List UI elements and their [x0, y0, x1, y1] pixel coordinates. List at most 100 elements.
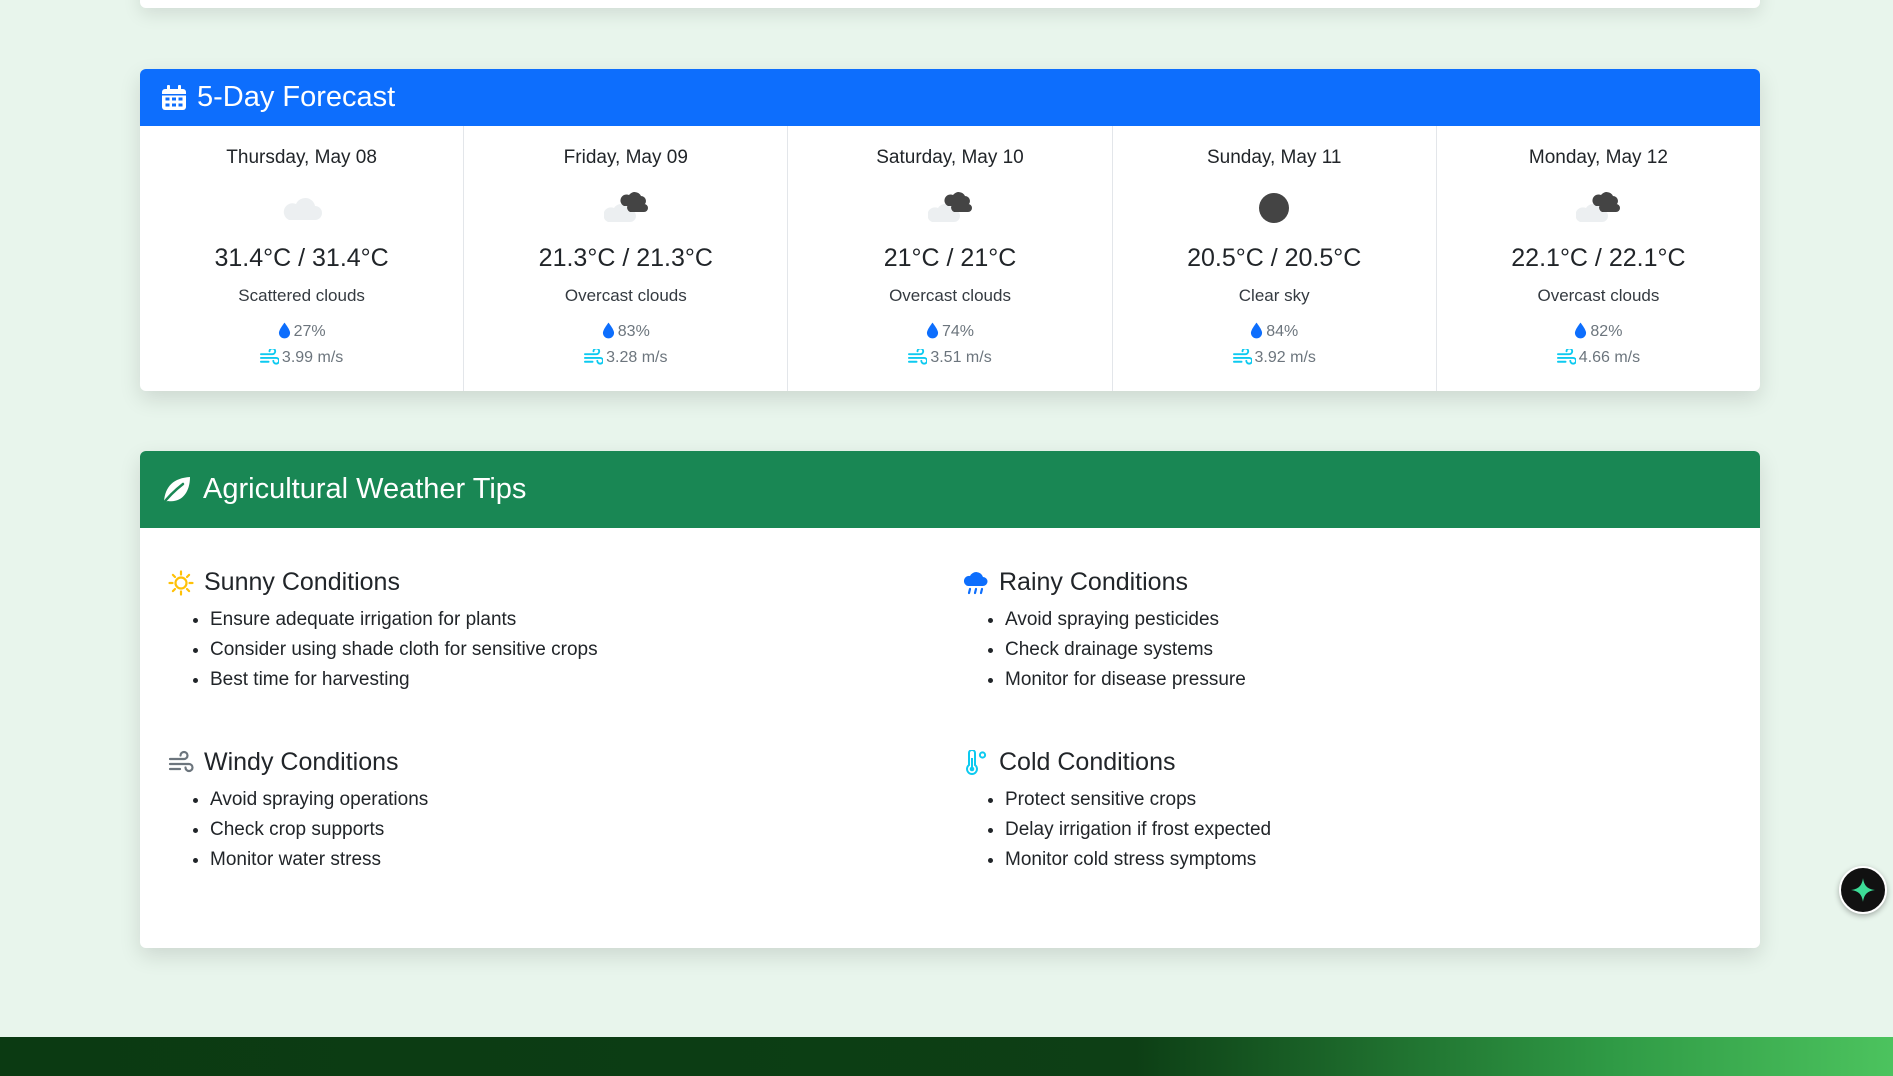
forecast-days: Thursday, May 08 31.4°C / 31.4°C Scatter…: [140, 126, 1760, 391]
day-date: Thursday, May 08: [226, 147, 377, 168]
day-date: Monday, May 12: [1528, 147, 1668, 168]
droplet-icon: [1250, 321, 1263, 344]
tip-title: Sunny Conditions: [168, 568, 868, 597]
forecast-day: Friday, May 09 21.3°C / 21.3°C Overcast …: [464, 126, 789, 391]
day-date: Saturday, May 10: [876, 147, 1024, 168]
list-item: Ensure adequate irrigation for plants: [210, 605, 868, 635]
tips-card: Agricultural Weather Tips Sunny Conditio…: [140, 451, 1760, 948]
overcast-clouds-icon: [1575, 190, 1621, 226]
tip-title-text: Sunny Conditions: [204, 568, 400, 596]
day-temperature: 20.5°C / 20.5°C: [1187, 244, 1362, 272]
list-item: Protect sensitive crops: [1005, 785, 1663, 815]
wind-icon: [1556, 347, 1577, 370]
list-item: Consider using shade cloth for sensitive…: [210, 635, 868, 665]
day-wind: 3.99 m/s: [140, 347, 463, 370]
day-humidity: 84%: [1113, 321, 1436, 344]
day-wind: 3.92 m/s: [1113, 347, 1436, 370]
forecast-day: Monday, May 12 22.1°C / 22.1°C Overcast …: [1437, 126, 1760, 391]
list-item: Delay irrigation if frost expected: [1005, 815, 1663, 845]
day-temperature: 21°C / 21°C: [883, 244, 1017, 272]
day-wind: 3.51 m/s: [788, 347, 1111, 370]
clear-sky-icon: [1252, 190, 1296, 226]
wind-value: 3.51 m/s: [930, 349, 992, 366]
humidity-value: 82%: [1590, 323, 1623, 340]
cloud-rain-icon: [963, 570, 989, 596]
humidity-value: 74%: [941, 323, 975, 340]
leaf-icon: [159, 473, 193, 507]
tip-title-text: Windy Conditions: [204, 748, 399, 776]
day-date: Friday, May 09: [563, 147, 688, 168]
humidity-value: 84%: [1266, 323, 1299, 340]
day-description: Overcast clouds: [889, 286, 1011, 305]
tips-header: Agricultural Weather Tips: [140, 451, 1760, 528]
calendar-icon: [159, 83, 189, 113]
list-item: Monitor for disease pressure: [1005, 665, 1663, 695]
forecast-card: 5-Day Forecast Thursday, May 08 31.4°C /…: [140, 69, 1760, 391]
wind-icon: [584, 347, 605, 370]
overcast-clouds-icon: [603, 190, 648, 226]
tip-list: Avoid spraying operations Check crop sup…: [168, 785, 868, 875]
day-wind: 3.28 m/s: [464, 347, 787, 370]
previous-card-edge: [140, 0, 1760, 8]
forecast-header: 5-Day Forecast: [140, 69, 1760, 126]
list-item: Best time for harvesting: [210, 665, 868, 695]
humidity-value: 83%: [617, 323, 650, 340]
day-date: Sunday, May 11: [1206, 147, 1342, 168]
tip-title: Windy Conditions: [168, 748, 868, 777]
droplet-icon: [278, 321, 291, 344]
tip-rainy: Rainy Conditions Avoid spraying pesticid…: [963, 568, 1663, 695]
day-temperature: 31.4°C / 31.4°C: [214, 244, 389, 272]
droplet-icon: [602, 321, 615, 344]
day-humidity: 74%: [788, 321, 1111, 344]
forecast-day: Thursday, May 08 31.4°C / 31.4°C Scatter…: [140, 126, 465, 391]
tip-windy: Windy Conditions Avoid spraying operatio…: [168, 748, 868, 875]
list-item: Check drainage systems: [1005, 635, 1663, 665]
sparkle-icon: [1851, 878, 1875, 902]
humidity-value: 27%: [293, 323, 326, 340]
thermometer-snow-icon: [963, 749, 989, 776]
list-item: Check crop supports: [210, 815, 868, 845]
scattered-clouds-icon: [280, 190, 324, 226]
forecast-title: 5-Day Forecast: [197, 81, 396, 113]
assistant-button[interactable]: [1839, 866, 1887, 914]
list-item: Monitor cold stress symptoms: [1005, 845, 1663, 875]
day-description: Scattered clouds: [238, 286, 365, 305]
forecast-day: Sunday, May 11 20.5°C / 20.5°C Clear sky…: [1113, 126, 1437, 391]
tip-list: Protect sensitive crops Delay irrigation…: [963, 785, 1663, 875]
day-description: Overcast clouds: [1537, 286, 1660, 305]
tip-title: Cold Conditions: [963, 748, 1663, 777]
forecast-day: Saturday, May 10 21°C / 21°C Overcast cl…: [788, 126, 1113, 391]
tip-title: Rainy Conditions: [963, 568, 1663, 597]
wind-value: 3.92 m/s: [1254, 349, 1316, 366]
day-wind: 4.66 m/s: [1437, 347, 1760, 370]
wind-value: 3.28 m/s: [606, 349, 668, 366]
footer: [0, 1037, 1893, 1076]
list-item: Monitor water stress: [210, 845, 868, 875]
day-description: Overcast clouds: [564, 286, 687, 305]
tip-title-text: Rainy Conditions: [999, 568, 1188, 596]
day-temperature: 21.3°C / 21.3°C: [538, 244, 713, 272]
overcast-clouds-icon: [927, 190, 972, 226]
tip-sunny: Sunny Conditions Ensure adequate irrigat…: [168, 568, 868, 695]
wind-icon: [168, 750, 194, 776]
day-humidity: 83%: [464, 321, 787, 344]
list-item: Avoid spraying operations: [210, 785, 868, 815]
tip-list: Ensure adequate irrigation for plants Co…: [168, 605, 868, 695]
tips-title: Agricultural Weather Tips: [203, 473, 527, 505]
day-humidity: 27%: [140, 321, 463, 344]
tips-grid: Sunny Conditions Ensure adequate irrigat…: [140, 528, 1760, 948]
list-item: Avoid spraying pesticides: [1005, 605, 1663, 635]
day-description: Clear sky: [1238, 286, 1310, 305]
day-humidity: 82%: [1437, 321, 1760, 344]
wind-value: 3.99 m/s: [281, 349, 344, 366]
tip-title-text: Cold Conditions: [999, 748, 1176, 776]
tip-cold: Cold Conditions Protect sensitive crops …: [963, 748, 1663, 875]
wind-icon: [1232, 347, 1253, 370]
wind-value: 4.66 m/s: [1578, 349, 1641, 366]
tip-list: Avoid spraying pesticides Check drainage…: [963, 605, 1663, 695]
wind-icon: [259, 347, 280, 370]
droplet-icon: [1574, 321, 1587, 344]
sun-icon: [168, 569, 194, 596]
droplet-icon: [926, 321, 939, 344]
wind-icon: [908, 347, 929, 370]
